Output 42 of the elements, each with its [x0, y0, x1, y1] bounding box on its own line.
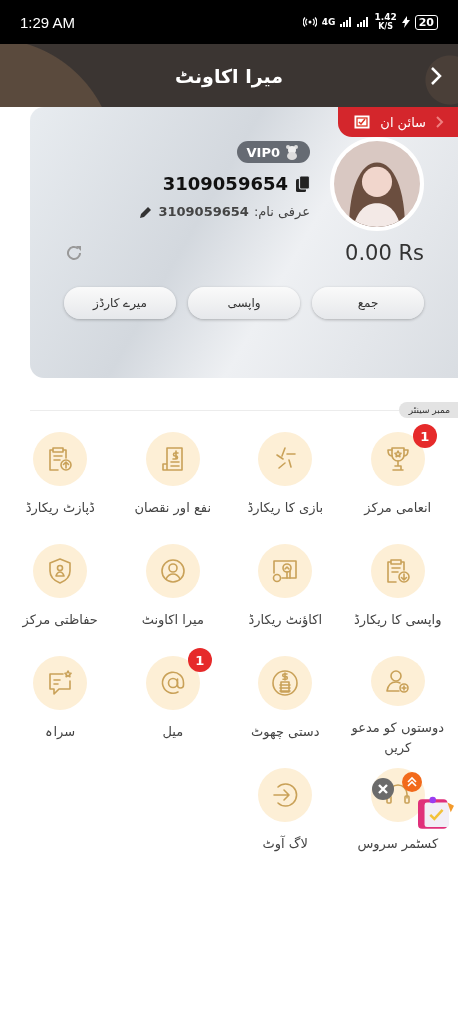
menu-item[interactable]: واپسی کا ریکارڈ	[341, 534, 454, 646]
hotspot-icon	[302, 17, 317, 27]
pencil-icon[interactable]	[139, 204, 154, 219]
speed-unit: K/S	[378, 22, 393, 32]
page-title: میرا اکاونٹ	[174, 64, 284, 89]
menu-item[interactable]: سراہ	[4, 646, 117, 758]
card-button[interactable]: جمع	[312, 287, 424, 319]
copy-icon[interactable]	[296, 175, 310, 192]
chevron-right-icon[interactable]	[430, 66, 442, 86]
menu-item[interactable]: حفاظتی مرکز	[4, 534, 117, 646]
section-tag: ممبر سینٹر	[398, 402, 458, 418]
sign-in-tab[interactable]: سائن ان	[338, 107, 458, 137]
notification-badge: 1	[412, 424, 437, 448]
network-speed: 1.42	[374, 12, 397, 22]
status-time: 1:29 AM	[20, 13, 76, 31]
coins-icon	[270, 668, 301, 698]
network-type: 4G	[321, 17, 336, 27]
close-icon[interactable]	[372, 778, 394, 800]
menu-item[interactable]: اکاؤنٹ ریکارڈ	[229, 534, 342, 646]
bear-icon	[284, 144, 300, 160]
menu-item[interactable]: نفع اور نقصان	[116, 422, 229, 534]
signal-icon	[340, 17, 353, 27]
nickname: 3109059654	[158, 204, 249, 219]
expand-up-icon[interactable]	[402, 772, 422, 792]
menu-item[interactable]: ڈپازٹ ریکارڈ	[4, 422, 117, 534]
balance: 0.00 Rs	[345, 241, 424, 265]
card-button[interactable]: میرے کارڈز	[64, 287, 176, 319]
notification-badge: 1	[187, 648, 212, 672]
user-id: 3109059654	[162, 173, 288, 194]
charging-icon	[401, 16, 410, 28]
menu-item[interactable]: میرا اکاونٹ	[116, 534, 229, 646]
menu-item[interactable]: بازی کا ریکارڈ	[229, 422, 342, 534]
menu-item[interactable]: لاگ آوٹ	[229, 758, 342, 870]
signal-icon	[357, 17, 370, 27]
checkbox-icon	[354, 115, 371, 129]
vip-badge: VIP0	[236, 141, 310, 163]
menu-item[interactable]: دوستوں کو مدعو کریں	[341, 646, 454, 758]
nickname-label: عرفی نام:	[253, 204, 310, 219]
battery-level: 20	[414, 14, 438, 30]
chevron-right-icon	[436, 116, 444, 128]
menu-item[interactable]: دستی چھوٹ	[229, 646, 342, 758]
card-button[interactable]: واپسی	[188, 287, 300, 319]
